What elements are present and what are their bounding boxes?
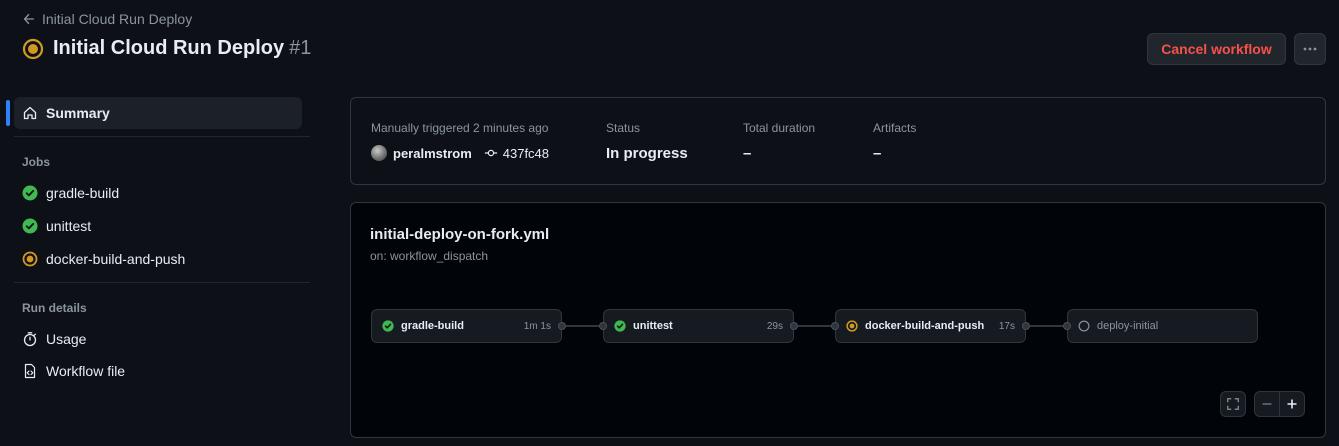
sidebar-item-unittest[interactable]: unittest — [14, 210, 302, 242]
connector-dot — [831, 322, 839, 330]
connector-dot — [790, 322, 798, 330]
cancel-workflow-button[interactable]: Cancel workflow — [1147, 33, 1286, 65]
check-circle-icon — [382, 320, 394, 332]
commit-link[interactable]: 437fc48 — [484, 146, 549, 161]
active-indicator — [6, 100, 10, 126]
workflow-file-name[interactable]: initial-deploy-on-fork.yml — [370, 226, 549, 243]
status-label: Status — [606, 121, 641, 135]
sidebar-item-usage[interactable]: Usage — [14, 323, 302, 355]
connector-dot — [558, 322, 566, 330]
zoom-controls — [1254, 391, 1305, 417]
in-progress-icon — [22, 251, 38, 267]
git-commit-icon — [484, 149, 497, 157]
job-name: unittest — [633, 320, 673, 332]
home-icon — [23, 106, 37, 120]
sidebar-item-workflow-file[interactable]: Workflow file — [14, 355, 302, 387]
sidebar-item-docker-build-and-push[interactable]: docker-build-and-push — [14, 243, 302, 275]
arrow-left-icon — [23, 13, 35, 25]
stopwatch-icon — [23, 332, 37, 347]
job-connector — [1030, 325, 1063, 327]
duration-value: – — [743, 145, 752, 162]
run-title: Initial Cloud Run Deploy — [53, 37, 285, 59]
graph-job-unittest[interactable]: unittest 29s — [603, 309, 794, 343]
connector-dot — [1063, 322, 1071, 330]
graph-job-deploy-initial[interactable]: deploy-initial — [1067, 309, 1258, 343]
minus-icon — [1262, 403, 1272, 405]
sidebar-item-gradle-build[interactable]: gradle-build — [14, 177, 302, 209]
sidebar-item-label: Workflow file — [46, 363, 126, 379]
file-code-icon — [24, 363, 36, 379]
fullscreen-icon — [1227, 398, 1239, 410]
connector-dot — [599, 322, 607, 330]
check-circle-icon — [22, 218, 38, 234]
job-connector — [798, 325, 831, 327]
plus-icon — [1287, 399, 1297, 409]
back-link-label: Initial Cloud Run Deploy — [42, 11, 193, 27]
commit-sha: 437fc48 — [502, 145, 550, 161]
graph-job-gradle-build[interactable]: gradle-build 1m 1s — [371, 309, 562, 343]
sidebar-divider — [14, 136, 310, 137]
artifacts-label: Artifacts — [873, 121, 917, 135]
connector-dot — [1022, 322, 1030, 330]
run-details-heading: Run details — [22, 301, 87, 315]
job-name: deploy-initial — [1097, 320, 1159, 332]
kebab-horizontal-icon — [1303, 47, 1317, 51]
sidebar-item-summary[interactable]: Summary — [14, 97, 302, 129]
sidebar-item-label: Summary — [46, 105, 110, 121]
job-duration: 1m 1s — [523, 320, 551, 332]
trigger-label: Manually triggered 2 minutes ago — [371, 121, 549, 135]
job-duration: 17s — [998, 320, 1015, 332]
artifacts-value: – — [873, 145, 882, 162]
job-name: docker-build-and-push — [865, 320, 985, 332]
run-actor: peralmstrom 437fc48 — [371, 145, 549, 161]
actor-name[interactable]: peralmstrom — [393, 146, 472, 161]
in-progress-icon — [22, 38, 44, 59]
run-number: #1 — [289, 37, 312, 59]
sidebar-item-label: unittest — [46, 218, 92, 234]
workflow-trigger: on: workflow_dispatch — [370, 249, 489, 263]
duration-label: Total duration — [743, 121, 816, 135]
page-title: Initial Cloud Run Deploy #1 — [22, 37, 311, 60]
back-link[interactable]: Initial Cloud Run Deploy — [22, 11, 192, 27]
check-circle-icon — [614, 320, 626, 332]
run-summary-card — [350, 97, 1326, 185]
check-circle-icon — [22, 185, 38, 201]
sidebar-item-label: gradle-build — [46, 185, 120, 201]
avatar[interactable] — [371, 145, 387, 161]
sidebar-divider — [14, 282, 310, 283]
job-connector — [566, 325, 599, 327]
status-value: In progress — [606, 145, 688, 162]
in-progress-icon — [846, 320, 858, 332]
jobs-heading: Jobs — [22, 155, 51, 169]
sidebar-item-label: docker-build-and-push — [46, 251, 186, 267]
graph-job-docker-build-and-push[interactable]: docker-build-and-push 17s — [835, 309, 1026, 343]
zoom-in-button[interactable] — [1280, 392, 1304, 416]
job-name: gradle-build — [401, 320, 464, 332]
sidebar-item-label: Usage — [46, 331, 87, 347]
pending-circle-icon — [1078, 320, 1090, 332]
fullscreen-button[interactable] — [1220, 391, 1246, 417]
zoom-out-button[interactable] — [1255, 392, 1279, 416]
more-options-button[interactable] — [1294, 33, 1326, 65]
job-duration: 29s — [766, 320, 783, 332]
